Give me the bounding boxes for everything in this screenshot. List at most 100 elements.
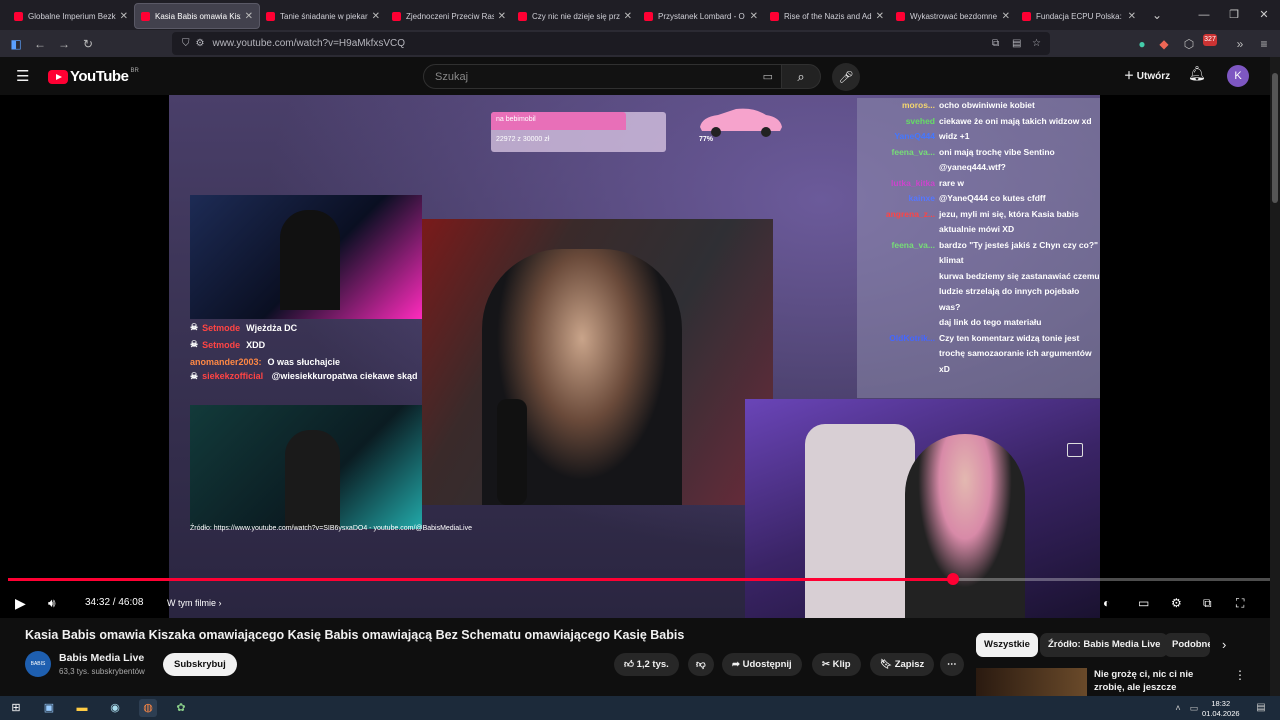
channel-name[interactable]: Babis Media Live [59,652,144,664]
browser-tab[interactable]: Czy nic nie dzieje się przy ✕ [512,3,638,29]
dislike-button[interactable]: 👎︎ [688,653,714,676]
hamburger-menu-icon[interactable]: ☰ [16,67,29,85]
fullscreen-icon[interactable]: ⛶ [1236,588,1244,618]
keyboard-icon[interactable]: ▭ [763,70,773,83]
extensions-icon[interactable]: ⬡ [1177,32,1201,56]
miniplayer-icon[interactable]: ⧉ [1203,588,1212,618]
browser-tab[interactable]: Globalne Imperium Bezk ✕ [8,3,134,29]
skull-icon: ☠︎ [190,322,199,332]
volume-icon[interactable]: 🔊︎ [48,588,56,618]
close-tab-icon[interactable]: ✕ [120,11,128,22]
reload-icon[interactable]: ↻ [76,32,100,56]
chip-next-chevron-icon[interactable]: › [1222,637,1226,652]
minimize-icon[interactable]: — [1188,0,1220,30]
browser-nav-bar: ◧ ← → ↻ ⛉ ⚙ www.youtube.com/watch?v=H9aM… [0,30,1280,57]
video-frame[interactable]: ☠︎ Setmode Wjeżdża DC ☠︎ Setmode XDD anomand… [169,95,1100,618]
browser-tab[interactable]: Fundacja ECPU Polska: Ł ✕ [1016,3,1142,29]
close-tab-icon[interactable]: ✕ [372,11,380,22]
account-avatar[interactable]: K [1227,65,1249,87]
chip-source[interactable]: Źródło: Babis Media Live [1040,633,1169,657]
tab-title: Czy nic nie dzieje się przy [532,11,620,21]
browser-tab[interactable]: Zjednoczeni Przeciw Rasi ✕ [386,3,512,29]
clock-time: 18:32 [1211,699,1231,708]
chip-similar[interactable]: Podobne [1164,633,1210,657]
share-label: Udostępnij [742,659,792,670]
play-icon[interactable]: ▶ [15,588,26,618]
pip-overlay-icon[interactable] [1067,443,1083,457]
create-button[interactable]: ＋ Utwórz [1114,64,1180,90]
youtube-logo[interactable]: YouTube BR [48,68,139,85]
search-input[interactable]: Szukaj ▭ [423,64,782,89]
taskbar-clock[interactable]: 18:32 01.04.2026 [1202,699,1240,719]
firefox-icon[interactable]: ◍ [139,699,157,717]
picture-in-picture-icon[interactable]: ⧉ [992,38,999,49]
search-button[interactable]: ⌕ [781,64,821,89]
fox-extension-icon[interactable]: ◆ [1152,32,1176,56]
like-button[interactable]: 👍︎ 1,2 tys. [614,653,679,676]
forward-icon[interactable]: → [52,32,76,56]
monitor-app-icon[interactable]: ▣ [40,699,58,717]
close-tab-icon[interactable]: ✕ [498,11,506,22]
permissions-icon[interactable]: ⚙ [196,38,205,49]
file-explorer-icon[interactable]: ▬ [73,699,91,717]
recommended-more-icon[interactable]: ⋮ [1234,668,1246,682]
browser-tab[interactable]: Rise of the Nazis and Ad ✕ [764,3,890,29]
close-tab-icon[interactable]: ✕ [1128,11,1136,22]
scrollbar-thumb[interactable] [1272,73,1278,203]
close-tab-icon[interactable]: ✕ [876,11,884,22]
network-icon[interactable]: ▭ [1185,699,1203,717]
chat-message: svehed ciekawe że oni mają takich widzow … [857,114,1100,130]
app-icon[interactable]: ✿ [172,699,190,717]
extension-badge-icon[interactable]: 327 [1203,34,1217,46]
chat-text: oni mają trochę vibe Sentino [939,146,1055,157]
save-button[interactable]: 🔖︎ Zapisz [870,653,935,676]
browser-tab[interactable]: Tanie śniadanie w piekar ✕ [260,3,386,29]
chapters-button[interactable]: W tym filmie › [167,588,222,618]
voice-search-button[interactable]: 🎤︎ [832,63,860,91]
browser-tab[interactable]: Przystanek Lombard - O ✕ [638,3,764,29]
page-scrollbar[interactable] [1270,57,1280,696]
reader-mode-icon[interactable]: ▤ [1012,38,1021,49]
overflow-chevrons-icon[interactable]: » [1228,32,1252,56]
chat-message: OldKotrik... Czy ten komentarz widzą toni… [857,331,1100,378]
close-window-icon[interactable]: ✕ [1248,0,1280,30]
pink-car-icon [700,108,782,137]
chat-username: YaneQ444 [894,131,935,141]
tab-overflow-chevron-icon[interactable]: ⌄ [1142,8,1172,22]
steam-icon[interactable]: ◉ [106,699,124,717]
thumbs-up-icon: 👍︎ [624,659,634,670]
restore-icon[interactable]: ❐ [1218,0,1250,30]
scissors-icon: ✂ [822,659,830,670]
url-bar[interactable]: ⛉ ⚙ www.youtube.com/watch?v=H9aMkfxsVCQ … [172,32,1050,55]
clip-button[interactable]: ✂ Klip [812,653,861,676]
windows-start-icon[interactable]: ⊞ [7,699,25,717]
more-actions-button[interactable]: ⋯ [940,653,964,676]
share-button[interactable]: ➦ Udostępnij [722,653,802,676]
sidebar-toggle-icon[interactable]: ◧ [4,32,28,56]
menu-icon[interactable]: ≡ [1252,32,1276,56]
progress-bar[interactable] [8,573,1272,585]
browser-tab-bar: Globalne Imperium Bezk ✕ Kasia Babis omaw… [0,0,1280,30]
settings-gear-icon[interactable]: ⚙ [1171,588,1182,618]
subscribe-button[interactable]: Subskrybuj [163,653,237,676]
notifications-icon[interactable]: ▤ [1252,699,1270,717]
subtitles-icon[interactable]: ▭ [1138,588,1149,618]
youtube-favicon-icon [518,11,527,21]
bookmark-star-icon[interactable]: ☆ [1032,38,1041,49]
channel-avatar[interactable]: BABIS [25,651,51,677]
close-tab-icon[interactable]: ✕ [1002,11,1010,22]
chat-text: kurwa bedziemy się zastanawiać czemu lud… [939,270,1100,312]
browser-tab[interactable]: Wykastrować bezdomne ✕ [890,3,1016,29]
bookmark-icon: 🔖︎ [880,659,893,670]
vpn-extension-icon[interactable]: ● [1130,32,1154,56]
recommended-thumbnail[interactable] [976,668,1087,696]
chip-all[interactable]: Wszystkie [976,633,1038,657]
close-tab-icon[interactable]: ✕ [750,11,758,22]
autoplay-toggle-icon[interactable]: ◐ [1103,588,1110,618]
back-icon[interactable]: ← [28,32,52,56]
notifications-bell-icon[interactable]: 🔔︎ [1188,65,1206,82]
video-player[interactable]: ☠︎ Setmode Wjeżdża DC ☠︎ Setmode XDD anomand… [0,95,1280,618]
browser-tab-active[interactable]: Kasia Babis omawia Kisza ✕ [134,3,260,29]
close-tab-icon[interactable]: ✕ [624,11,632,22]
close-tab-icon[interactable]: ✕ [245,11,253,22]
